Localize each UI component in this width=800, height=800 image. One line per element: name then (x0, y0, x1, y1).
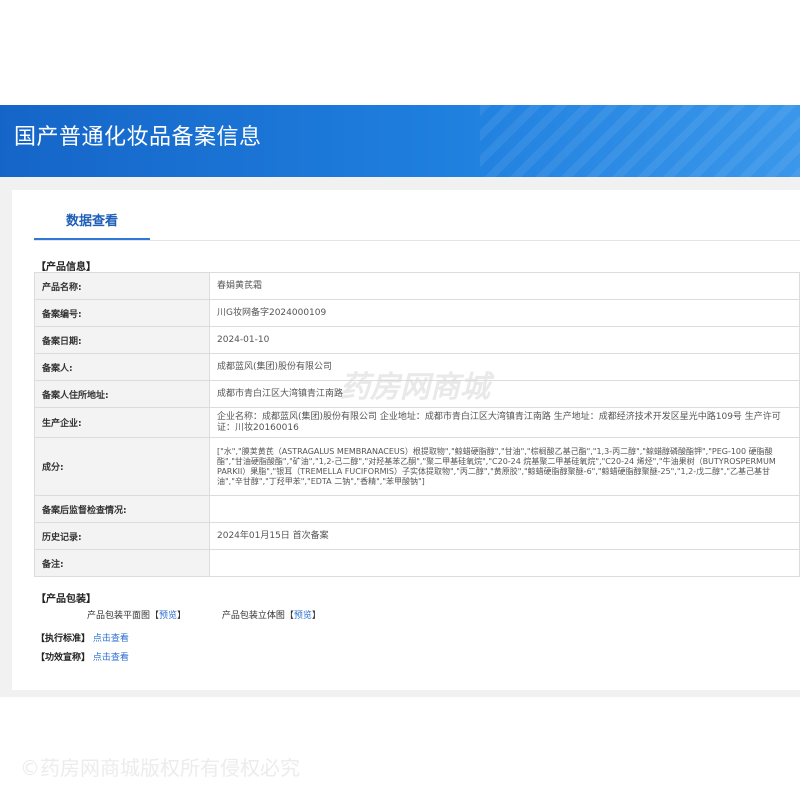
row-value (209, 495, 800, 523)
table-row: 生产企业: 企业名称：成都蓝风(集团)股份有限公司 企业地址：成都市青白江区大湾… (34, 407, 800, 438)
row-label: 备案人: (34, 353, 210, 381)
row-label: 备案日期: (34, 326, 210, 354)
copyright-watermark: ©药房网商城版权所有侵权必究 (20, 756, 300, 780)
table-row: 产品名称: 春娟黄芪霜 (34, 272, 800, 300)
table-row: 历史记录: 2024年01月15日 首次备案 (34, 522, 800, 550)
row-label: 备注: (34, 549, 210, 577)
row-label: 产品名称: (34, 272, 210, 300)
packaging-flat-preview-link[interactable]: 预览 (159, 611, 177, 621)
header-banner: 国产普通化妆品备案信息 (0, 105, 800, 177)
packaging-solid-preview-link[interactable]: 预览 (294, 611, 312, 621)
row-value: 企业名称：成都蓝风(集团)股份有限公司 企业地址：成都市青白江区大湾镇青江南路 … (209, 407, 800, 438)
product-info-table: 产品名称: 春娟黄芪霜 备案编号: 川G妆网备字2024000109 备案日期:… (34, 272, 800, 577)
row-label: 备案人住所地址: (34, 380, 210, 408)
table-row: 成分: ["水","膜荚黄芪（ASTRAGALUS MEMBRANACEUS）根… (34, 437, 800, 496)
row-value: 成都蓝风(集团)股份有限公司 (209, 353, 800, 381)
packaging-title: 【产品包装】 (36, 594, 96, 605)
row-value: 川G妆网备字2024000109 (209, 299, 800, 327)
row-label: 备案后监督检查情况: (34, 495, 210, 523)
row-value: ["水","膜荚黄芪（ASTRAGALUS MEMBRANACEUS）根提取物"… (209, 437, 800, 496)
row-value: 2024年01月15日 首次备案 (209, 522, 800, 550)
tab-divider (34, 240, 800, 241)
table-row: 备案人: 成都蓝风(集团)股份有限公司 (34, 353, 800, 381)
standard-row: 【执行标准】 点击查看 (36, 631, 129, 644)
row-label: 历史记录: (34, 522, 210, 550)
product-info-title: 【产品信息】 (36, 262, 96, 273)
standard-label: 【执行标准】 (36, 634, 91, 644)
efficacy-row: 【功效宣称】 点击查看 (36, 650, 129, 663)
row-value: 春娟黄芪霜 (209, 272, 800, 300)
row-label: 生产企业: (34, 407, 210, 438)
standard-view-link[interactable]: 点击查看 (93, 634, 129, 644)
row-value (209, 549, 800, 577)
table-row: 备案编号: 川G妆网备字2024000109 (34, 299, 800, 327)
row-value: 2024-01-10 (209, 326, 800, 354)
table-row: 备案人住所地址: 成都市青白江区大湾镇青江南路 (34, 380, 800, 408)
page: 国产普通化妆品备案信息 数据查看 【产品信息】 产品名称: 春娟黄芪霜 备案编号… (0, 0, 800, 800)
row-label: 成分: (34, 437, 210, 496)
efficacy-label: 【功效宣称】 (36, 653, 91, 663)
banner-decoration (480, 105, 800, 177)
packaging-flat-label: 产品包装平面图 (87, 611, 151, 621)
efficacy-view-link[interactable]: 点击查看 (93, 653, 129, 663)
detail-panel: 数据查看 【产品信息】 产品名称: 春娟黄芪霜 备案编号: 川G妆网备字2024… (12, 190, 800, 690)
page-title: 国产普通化妆品备案信息 (14, 125, 262, 150)
packaging-solid-label: 产品包装立体图 (221, 611, 285, 621)
table-row: 备注: (34, 549, 800, 577)
table-row: 备案日期: 2024-01-10 (34, 326, 800, 354)
row-value: 成都市青白江区大湾镇青江南路 (209, 380, 800, 408)
row-label: 备案编号: (34, 299, 210, 327)
packaging-row: 产品包装平面图【预览】 产品包装立体图【预览】 (87, 611, 321, 621)
table-row: 备案后监督检查情况: (34, 495, 800, 523)
